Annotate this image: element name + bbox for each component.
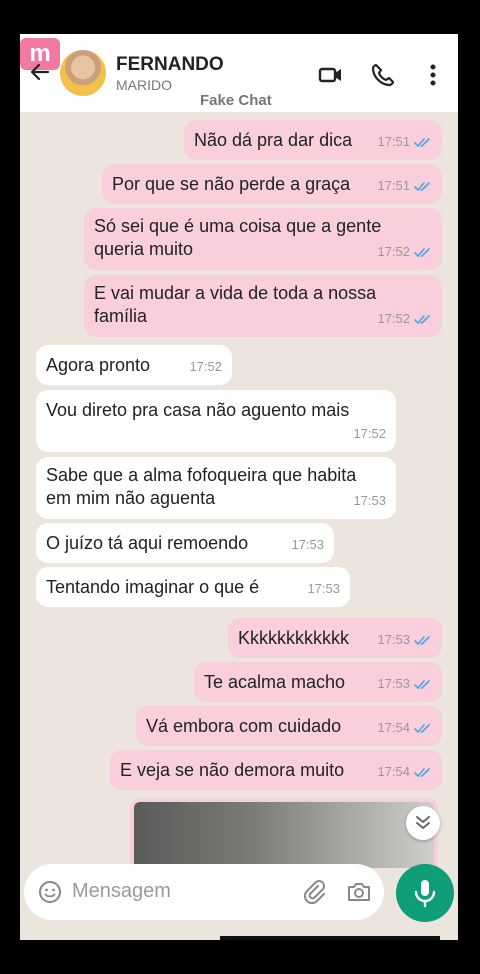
video-call-icon[interactable]	[318, 62, 344, 88]
contact-name[interactable]: FERNANDO	[116, 54, 224, 76]
time-text: 17:52	[377, 311, 410, 326]
message-text: E vai mudar a vida de toda a nossa	[94, 283, 377, 303]
scroll-down-button[interactable]	[406, 806, 440, 840]
incoming-message[interactable]: Tentando imaginar o que é 17:53	[36, 567, 350, 607]
outgoing-message[interactable]: E veja se não demora muito 17:54	[110, 750, 442, 790]
watermark-label: Fake Chat	[200, 92, 272, 109]
time-text: 17:52	[353, 426, 386, 441]
message-time: 17:52	[353, 422, 386, 445]
message-time: 17:54	[377, 716, 432, 739]
message-time: 17:52	[377, 307, 432, 330]
message-text: Vou direto pra casa não aguento mais	[46, 400, 350, 420]
outgoing-message[interactable]: Só sei que é uma coisa que a gente queria…	[84, 208, 442, 270]
double-check-icon	[414, 635, 430, 645]
message-time: 17:52	[189, 355, 222, 378]
contact-subtitle: MARIDO	[116, 77, 172, 93]
message-time: 17:51	[377, 174, 432, 197]
incoming-message[interactable]: Vou direto pra casa não aguento mais 17:5…	[36, 390, 396, 452]
message-time: 17:52	[377, 240, 432, 263]
outgoing-message[interactable]: Te acalma macho 17:53	[194, 662, 442, 702]
double-chevron-down-icon	[416, 816, 430, 830]
image-message[interactable]	[130, 798, 438, 868]
more-options-icon[interactable]	[420, 62, 446, 88]
image-thumbnail	[134, 802, 434, 868]
message-composer: Mensagem	[24, 864, 384, 920]
time-text: 17:52	[189, 359, 222, 374]
message-text: O juízo tá aqui remoendo	[46, 533, 249, 553]
time-text: 17:51	[377, 178, 410, 193]
time-text: 17:52	[377, 244, 410, 259]
outgoing-message[interactable]: Vá embora com cuidado 17:54	[136, 706, 442, 746]
time-text: 17:54	[377, 720, 410, 735]
mic-button[interactable]	[396, 864, 454, 922]
avatar[interactable]	[60, 50, 106, 96]
time-text: 17:51	[377, 134, 410, 149]
double-check-icon	[414, 723, 430, 733]
incoming-message[interactable]: Agora pronto 17:52	[36, 345, 232, 385]
attachment-icon[interactable]	[302, 880, 326, 904]
message-text: Tentando imaginar o que é	[46, 577, 260, 597]
outgoing-message[interactable]: Por que se não perde a graça 17:51	[102, 164, 442, 204]
message-text: em mim não aguenta	[46, 488, 216, 508]
back-arrow-icon[interactable]	[28, 60, 52, 84]
message-time: 17:53	[377, 672, 432, 695]
message-time: 17:53	[353, 489, 386, 512]
double-check-icon	[414, 181, 430, 191]
time-text: 17:53	[291, 537, 324, 552]
message-list: Não dá pra dar dica 17:51 Por que se não p…	[20, 112, 458, 868]
outgoing-message[interactable]: Não dá pra dar dica 17:51	[184, 120, 442, 160]
microphone-icon	[414, 880, 436, 908]
double-check-icon	[414, 137, 430, 147]
incoming-message[interactable]: Sabe que a alma fofoqueira que habita em …	[36, 457, 396, 519]
preview-strip	[220, 936, 440, 940]
time-text: 17:53	[307, 581, 340, 596]
message-text: Sabe que a alma fofoqueira que habita	[46, 465, 357, 485]
message-input[interactable]: Mensagem	[72, 880, 171, 903]
message-time: 17:54	[377, 760, 432, 783]
phone-screen: m FERNANDO MARIDO Fake Chat Não dá pra d…	[20, 34, 458, 940]
double-check-icon	[414, 679, 430, 689]
double-check-icon	[414, 314, 430, 324]
message-time: 17:51	[377, 130, 432, 153]
outgoing-message[interactable]: Kkkkkkkkkkkk 17:53	[228, 618, 442, 658]
message-time: 17:53	[291, 533, 324, 556]
message-text: Só sei que é uma coisa que a gente	[94, 216, 382, 236]
message-time: 17:53	[377, 628, 432, 651]
emoji-icon[interactable]	[38, 880, 62, 904]
time-text: 17:53	[353, 493, 386, 508]
double-check-icon	[414, 247, 430, 257]
camera-icon[interactable]	[346, 880, 372, 904]
incoming-message[interactable]: O juízo tá aqui remoendo 17:53	[36, 523, 334, 563]
phone-call-icon[interactable]	[370, 62, 396, 88]
outgoing-message[interactable]: E vai mudar a vida de toda a nossa famíli…	[84, 275, 442, 337]
time-text: 17:54	[377, 764, 410, 779]
message-time: 17:53	[307, 577, 340, 600]
double-check-icon	[414, 767, 430, 777]
time-text: 17:53	[377, 632, 410, 647]
time-text: 17:53	[377, 676, 410, 691]
chat-header: m FERNANDO MARIDO Fake Chat	[20, 34, 458, 112]
